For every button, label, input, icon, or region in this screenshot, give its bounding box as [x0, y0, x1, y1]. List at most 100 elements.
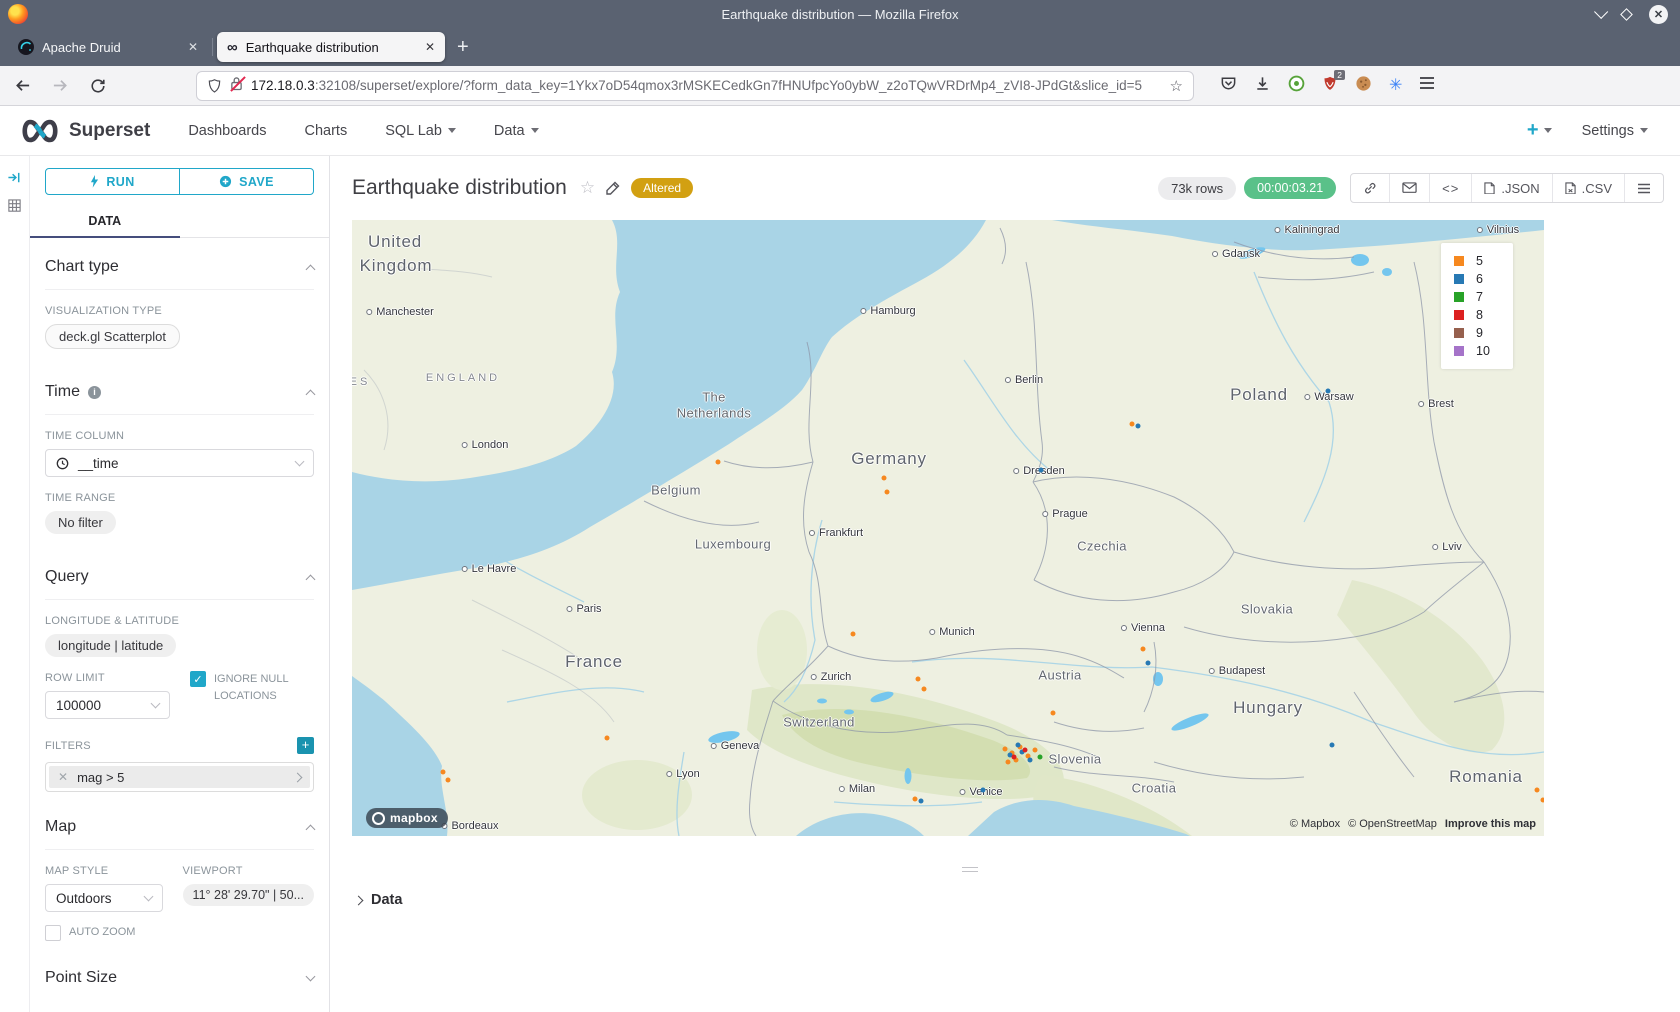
run-button[interactable]: RUN: [45, 168, 180, 195]
window-minimize-icon[interactable]: [1594, 5, 1608, 19]
filter-chip[interactable]: ✕ mag > 5: [45, 762, 314, 792]
nav-sql-lab[interactable]: SQL Lab: [385, 123, 456, 139]
viewport-value[interactable]: 11° 28' 29.70" | 50...: [183, 884, 314, 906]
export-csv-button[interactable]: .CSV: [1552, 174, 1624, 202]
map-label: Vilnius: [1477, 224, 1519, 236]
url-field[interactable]: 172.18.0.3:32108/superset/explore/?form_…: [196, 71, 1194, 101]
map-label: Belgium: [651, 483, 701, 498]
filter-value: mag > 5: [77, 770, 124, 785]
tab-close-icon[interactable]: ✕: [188, 40, 198, 54]
brand-name[interactable]: Superset: [69, 120, 150, 142]
plus-circle-icon: [219, 175, 232, 188]
viz-type-value[interactable]: deck.gl Scatterplot: [45, 324, 180, 349]
remove-filter-icon[interactable]: ✕: [58, 770, 68, 784]
section-point-size[interactable]: Point Size: [45, 949, 314, 1000]
nav-dashboards[interactable]: Dashboards: [188, 123, 266, 139]
collapse-panel-icon[interactable]: [7, 170, 22, 185]
time-range-value[interactable]: No filter: [45, 511, 116, 534]
altered-badge[interactable]: Altered: [631, 178, 693, 198]
ublock-shield-icon[interactable]: 2: [1322, 75, 1338, 97]
add-filter-button[interactable]: +: [297, 737, 314, 754]
bookmark-star-icon[interactable]: ☆: [1170, 77, 1183, 95]
menu-hamburger-icon[interactable]: [1419, 76, 1435, 95]
tab-apache-druid[interactable]: Apache Druid ✕: [8, 32, 208, 62]
save-button[interactable]: SAVE: [179, 168, 314, 195]
row-limit-select[interactable]: 100000: [45, 691, 170, 719]
window-title: Earthquake distribution — Mozilla Firefo…: [0, 7, 1680, 22]
map-label: Geneva: [711, 740, 760, 752]
settings-menu[interactable]: Settings: [1582, 123, 1648, 139]
time-column-select[interactable]: __time: [45, 449, 314, 477]
new-tab-button[interactable]: +: [457, 36, 469, 59]
scatter-point: [441, 770, 446, 775]
map-label: The: [702, 390, 726, 405]
insecure-lock-icon[interactable]: [230, 76, 243, 96]
map-label: Frankfurt: [809, 527, 863, 539]
map-label: London: [462, 439, 509, 451]
embed-code-button[interactable]: <>: [1429, 174, 1471, 202]
email-button[interactable]: [1389, 174, 1429, 202]
cookie-icon[interactable]: [1355, 75, 1372, 97]
scatter-point: [919, 799, 924, 804]
download-icon[interactable]: [1254, 75, 1271, 97]
lonlat-value[interactable]: longitude | latitude: [45, 634, 176, 657]
chevron-down-icon: [531, 128, 539, 133]
scatter-point: [922, 687, 927, 692]
window-close-icon[interactable]: ✕: [1649, 5, 1668, 24]
nav-data[interactable]: Data: [494, 123, 539, 139]
window-maximize-icon[interactable]: [1620, 8, 1633, 21]
section-chart-type[interactable]: Chart type: [45, 238, 314, 290]
scatter-point: [1012, 755, 1017, 760]
druid-favicon: [18, 39, 34, 55]
nav-label: SQL Lab: [385, 123, 442, 139]
extension-asterisk-icon[interactable]: ✳: [1389, 78, 1402, 94]
edit-icon[interactable]: [605, 180, 621, 196]
map-style-value: Outdoors: [56, 891, 112, 906]
mapbox-attribution-link[interactable]: © Mapbox: [1290, 818, 1340, 830]
favorite-star-icon[interactable]: ☆: [580, 178, 595, 198]
pocket-icon[interactable]: [1220, 75, 1237, 97]
chart-actions: <> .JSON .CSV: [1350, 173, 1664, 203]
data-results-section[interactable]: Data: [355, 892, 1680, 908]
tab-earthquake-distribution[interactable]: ∞ Earthquake distribution ✕: [217, 32, 445, 62]
superset-logo-icon[interactable]: [18, 118, 62, 144]
panel-resize-handle[interactable]: [962, 864, 978, 872]
dataset-grid-icon[interactable]: [7, 198, 22, 213]
add-new-button[interactable]: +: [1527, 119, 1552, 142]
more-menu-button[interactable]: [1624, 174, 1663, 202]
chevron-down-icon: [448, 128, 456, 133]
section-time[interactable]: Time i: [45, 363, 314, 415]
map-label: Kaliningrad: [1274, 224, 1339, 236]
nav-charts[interactable]: Charts: [305, 123, 348, 139]
map-label: Kingdom: [360, 256, 433, 276]
copy-link-button[interactable]: [1351, 174, 1389, 202]
section-title: Map: [45, 818, 76, 836]
back-button[interactable]: [6, 77, 38, 94]
deckgl-scatter-map[interactable]: UnitedKingdomManchesterENGLANDESLondonLe…: [352, 220, 1544, 836]
map-label: ENGLAND: [426, 372, 500, 384]
section-query[interactable]: Query: [45, 548, 314, 600]
browser-toolbar: 172.18.0.3:32108/superset/explore/?form_…: [0, 66, 1680, 106]
shield-icon[interactable]: [207, 78, 222, 94]
legend-label: 7: [1476, 290, 1483, 304]
osm-attribution-link[interactable]: © OpenStreetMap: [1348, 818, 1437, 830]
ignore-null-checkbox[interactable]: ✓: [190, 671, 206, 687]
privacy-badger-icon[interactable]: [1288, 75, 1305, 97]
legend-swatch: [1454, 292, 1464, 302]
export-json-button[interactable]: .JSON: [1471, 174, 1551, 202]
tab-data[interactable]: DATA: [30, 207, 180, 238]
forward-button[interactable]: [44, 77, 76, 94]
row-limit-label: ROW LIMIT: [45, 672, 170, 684]
section-map[interactable]: Map: [45, 798, 314, 850]
query-timer-badge: 00:00:03.21: [1244, 177, 1336, 199]
map-label: Switzerland: [783, 715, 855, 730]
tab-close-icon[interactable]: ✕: [425, 40, 435, 54]
improve-map-link[interactable]: Improve this map: [1445, 818, 1536, 830]
map-label: Netherlands: [677, 406, 752, 421]
scatter-point: [885, 490, 890, 495]
map-style-select[interactable]: Outdoors: [45, 884, 163, 912]
reload-button[interactable]: [82, 78, 114, 94]
auto-zoom-checkbox[interactable]: [45, 925, 61, 941]
scatter-point: [1003, 747, 1008, 752]
mapbox-logo[interactable]: mapbox: [366, 808, 448, 828]
